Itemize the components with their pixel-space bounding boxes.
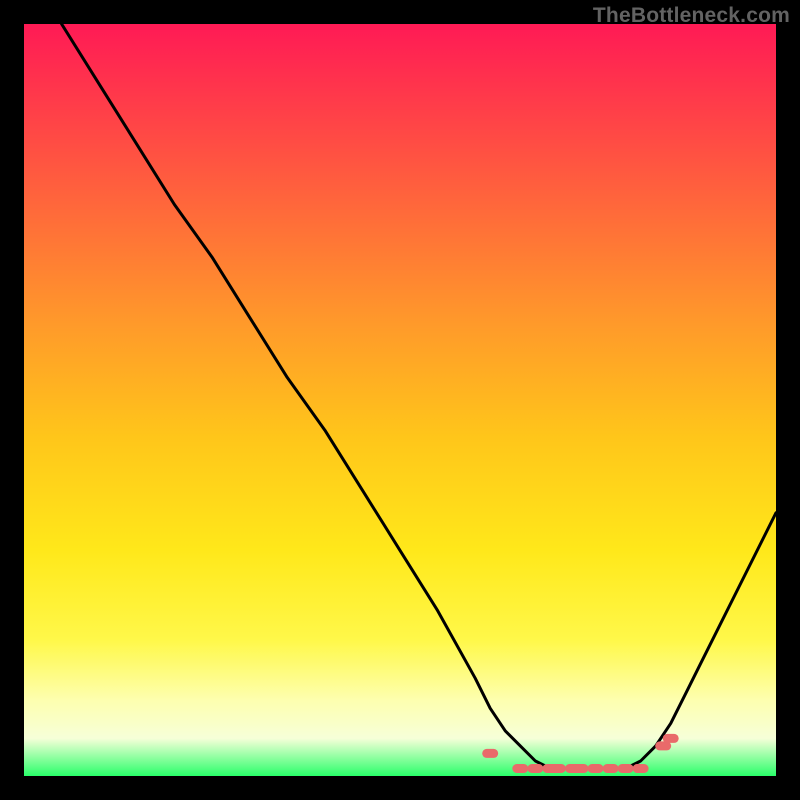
- optimal-region-markers: [482, 734, 679, 773]
- plot-area: [24, 24, 776, 776]
- chart-container: TheBottleneck.com: [0, 0, 800, 800]
- chart-svg: [24, 24, 776, 776]
- bottleneck-curve: [62, 24, 776, 769]
